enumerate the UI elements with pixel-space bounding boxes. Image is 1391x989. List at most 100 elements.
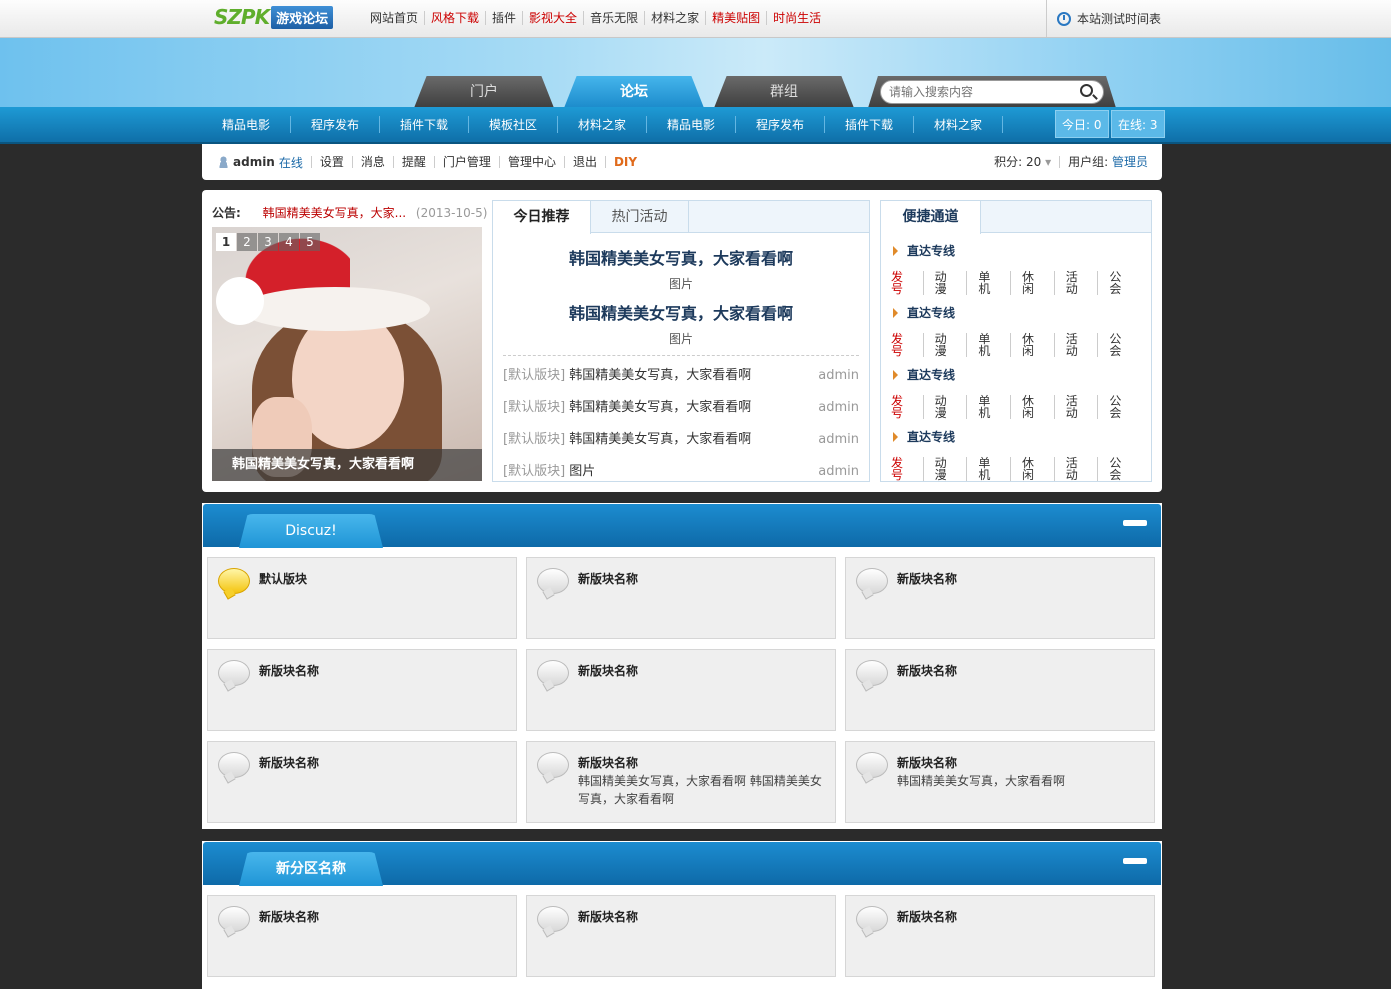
forum-name[interactable]: 新版块名称 — [259, 908, 319, 925]
quick-link[interactable]: 休闲 — [1010, 457, 1054, 481]
quick-group-title[interactable]: 直达专线 — [891, 303, 1141, 323]
notice-link[interactable]: 韩国精美美女写真，大家... — [263, 206, 406, 220]
user-link[interactable]: 提醒 — [392, 156, 434, 168]
nav-item[interactable]: 程序发布 — [736, 116, 825, 133]
quick-group-title[interactable]: 直达专线 — [891, 241, 1141, 261]
quick-link[interactable]: 公会 — [1097, 333, 1141, 357]
quick-link[interactable]: 公会 — [1097, 395, 1141, 419]
quick-link[interactable]: 公会 — [1097, 457, 1141, 481]
quick-link[interactable]: 休闲 — [1010, 395, 1054, 419]
list-item-title[interactable]: 韩国精美美女写真，大家看看啊 — [569, 368, 751, 383]
nav-item[interactable]: 材料之家 — [558, 116, 647, 133]
top-link[interactable]: 音乐无限 — [583, 11, 644, 25]
tab-portal[interactable]: 门户 — [414, 76, 554, 108]
user-link[interactable]: 消息 — [351, 156, 393, 168]
top-link[interactable]: 插件 — [485, 11, 522, 25]
list-item-author[interactable]: admin — [818, 364, 859, 396]
section-title[interactable]: Discuz! — [239, 514, 383, 548]
search-icon[interactable] — [1080, 84, 1093, 97]
quick-link[interactable]: 休闲 — [1010, 333, 1054, 357]
top-link[interactable]: 精美贴图 — [705, 11, 766, 25]
user-link[interactable]: 管理中心 — [498, 156, 564, 168]
quick-link[interactable]: 活动 — [1053, 271, 1098, 295]
tab-group[interactable]: 群组 — [714, 76, 854, 108]
site-logo[interactable]: SZPK 游戏论坛 — [214, 5, 358, 29]
forum-card[interactable]: 新版块名称 — [526, 895, 836, 977]
quick-link[interactable]: 单机 — [966, 457, 1010, 481]
quick-link[interactable]: 单机 — [966, 333, 1010, 357]
quick-link[interactable]: 发号 — [891, 333, 923, 357]
quick-group-title[interactable]: 直达专线 — [891, 365, 1141, 385]
quick-link[interactable]: 动漫 — [922, 395, 967, 419]
forum-name[interactable]: 新版块名称 — [578, 754, 638, 771]
forum-card[interactable]: 新版块名称 — [845, 649, 1155, 731]
nav-item[interactable]: 程序发布 — [291, 116, 380, 133]
forum-name[interactable]: 新版块名称 — [897, 662, 957, 679]
list-item[interactable]: [默认版块] 韩国精美美女写真，大家看看啊 admin — [503, 428, 859, 460]
forum-name[interactable]: 新版块名称 — [259, 662, 319, 679]
list-item-category[interactable]: [默认版块] — [503, 464, 565, 479]
forum-name[interactable]: 新版块名称 — [897, 754, 957, 771]
top-link[interactable]: 影视大全 — [522, 11, 583, 25]
quick-link[interactable]: 公会 — [1097, 271, 1141, 295]
quick-link[interactable]: 动漫 — [922, 457, 967, 481]
quick-link[interactable]: 发号 — [891, 457, 923, 481]
forum-name[interactable]: 新版块名称 — [897, 570, 957, 587]
slider-page-button[interactable]: 3 — [258, 233, 278, 251]
list-item[interactable]: [默认版块] 韩国精美美女写真，大家看看啊 admin — [503, 364, 859, 396]
quick-link[interactable]: 休闲 — [1010, 271, 1054, 295]
section-title[interactable]: 新分区名称 — [239, 852, 383, 886]
slider-caption[interactable]: 韩国精美美女写真，大家看看啊 — [212, 449, 482, 481]
top-link[interactable]: 网站首页 — [364, 11, 424, 25]
forum-name[interactable]: 新版块名称 — [897, 908, 957, 925]
forum-name[interactable]: 默认版块 — [259, 570, 307, 587]
nav-item[interactable]: 材料之家 — [914, 116, 1003, 133]
diy-button[interactable]: DIY — [604, 156, 645, 168]
forum-name[interactable]: 新版块名称 — [578, 570, 638, 587]
quick-link[interactable]: 单机 — [966, 271, 1010, 295]
list-item[interactable]: [默认版块] 图片 admin — [503, 460, 859, 492]
nav-item[interactable]: 插件下载 — [825, 116, 914, 133]
list-item-author[interactable]: admin — [818, 460, 859, 492]
points[interactable]: 积分: 20 ▾ — [986, 156, 1059, 168]
user-link[interactable]: 设置 — [310, 156, 352, 168]
tab-quick-access[interactable]: 便捷通道 — [881, 201, 981, 234]
username[interactable]: admin — [233, 155, 275, 169]
forum-card[interactable]: 新版块名称 — [526, 557, 836, 639]
top-link[interactable]: 时尚生活 — [766, 11, 827, 25]
user-link[interactable]: 门户管理 — [433, 156, 499, 168]
list-item-title[interactable]: 韩国精美美女写真，大家看看啊 — [569, 400, 751, 415]
image-slider[interactable]: 12345 韩国精美美女写真，大家看看啊 — [212, 227, 482, 481]
list-item-author[interactable]: admin — [818, 428, 859, 460]
forum-name[interactable]: 新版块名称 — [578, 908, 638, 925]
slider-page-button[interactable]: 1 — [216, 233, 236, 251]
forum-card[interactable]: 新版块名称 韩国精美美女写真，大家看看啊 韩国精美美女写真，大家看看啊 — [526, 741, 836, 823]
quick-link[interactable]: 活动 — [1053, 457, 1098, 481]
forum-card[interactable]: 默认版块 — [207, 557, 517, 639]
top-link[interactable]: 风格下载 — [424, 11, 485, 25]
quick-link[interactable]: 动漫 — [922, 271, 967, 295]
headline-title[interactable]: 韩国精美美女写真，大家看看啊 — [493, 245, 869, 269]
nav-item[interactable]: 精品电影 — [202, 116, 291, 133]
nav-item[interactable]: 插件下载 — [380, 116, 469, 133]
list-item-title[interactable]: 图片 — [569, 464, 595, 479]
forum-card[interactable]: 新版块名称 — [845, 557, 1155, 639]
top-link[interactable]: 材料之家 — [644, 11, 705, 25]
list-item-title[interactable]: 韩国精美美女写真，大家看看啊 — [569, 432, 751, 447]
forum-card[interactable]: 新版块名称 — [207, 649, 517, 731]
slider-page-button[interactable]: 2 — [237, 233, 257, 251]
forum-card[interactable]: 新版块名称 — [845, 895, 1155, 977]
headline-title[interactable]: 韩国精美美女写真，大家看看啊 — [493, 300, 869, 324]
forum-name[interactable]: 新版块名称 — [259, 754, 319, 771]
quick-group-title[interactable]: 直达专线 — [891, 427, 1141, 447]
list-item-category[interactable]: [默认版块] — [503, 432, 565, 447]
tab-today-recommend[interactable]: 今日推荐 — [493, 201, 591, 234]
list-item-author[interactable]: admin — [818, 396, 859, 428]
tab-hot-activity[interactable]: 热门活动 — [591, 201, 689, 232]
quick-link[interactable]: 活动 — [1053, 333, 1098, 357]
slider-page-button[interactable]: 5 — [300, 233, 320, 251]
list-item[interactable]: [默认版块] 韩国精美美女写真，大家看看啊 admin — [503, 396, 859, 428]
list-item-category[interactable]: [默认版块] — [503, 368, 565, 383]
list-item-category[interactable]: [默认版块] — [503, 400, 565, 415]
quick-link[interactable]: 发号 — [891, 271, 923, 295]
